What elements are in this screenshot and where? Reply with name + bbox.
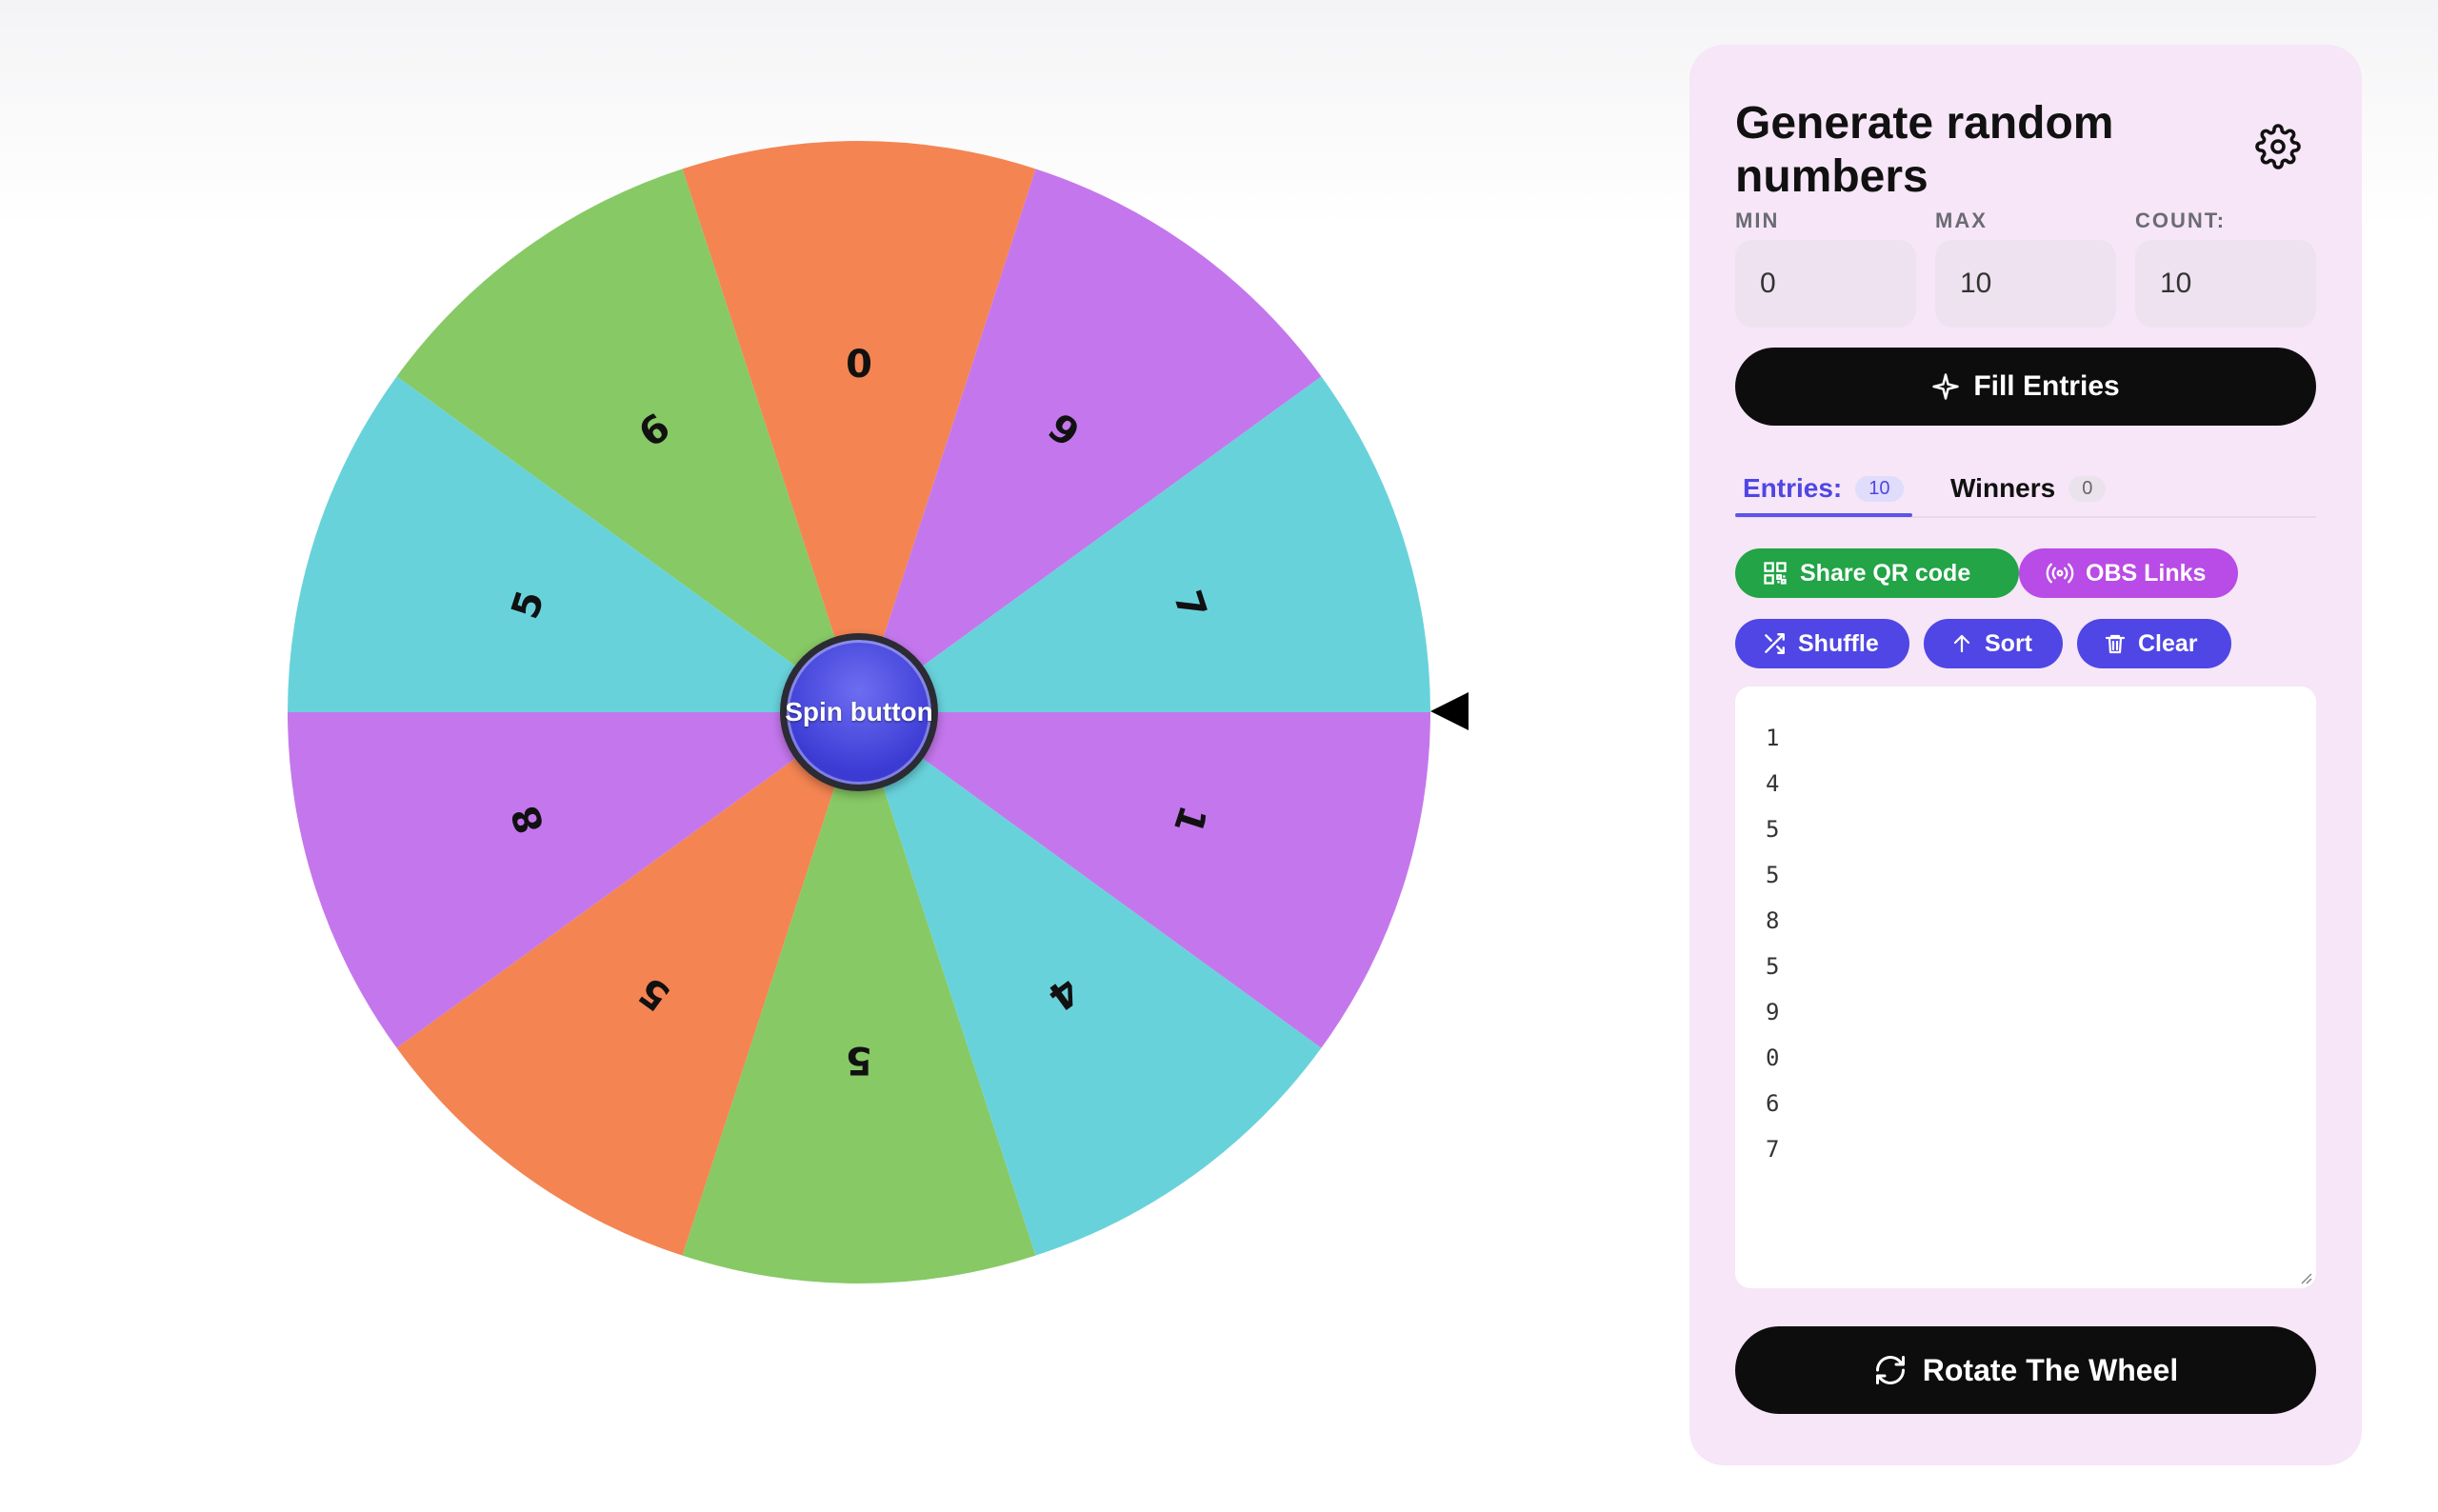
tab-winners-label: Winners xyxy=(1950,473,2056,503)
entries-textarea[interactable]: 1 4 5 5 8 5 9 0 6 7 xyxy=(1735,686,2316,1288)
tab-winners[interactable]: Winners 0 xyxy=(1950,473,2107,504)
tab-entries[interactable]: Entries: 10 xyxy=(1743,473,1904,504)
shuffle-button[interactable]: Shuffle xyxy=(1735,619,1909,668)
min-label: MIN xyxy=(1735,209,1780,232)
max-input[interactable] xyxy=(1935,240,2116,328)
gear-icon[interactable] xyxy=(2255,124,2301,169)
fill-entries-button[interactable]: Fill Entries xyxy=(1735,348,2316,426)
rotate-wheel-label: Rotate The Wheel xyxy=(1922,1352,2179,1387)
entries-list: 1 4 5 5 8 5 9 0 6 7 xyxy=(1766,715,2286,1172)
clear-button[interactable]: Clear xyxy=(2077,619,2231,668)
arrow-up-icon xyxy=(1953,634,1970,653)
entry-line: 1 xyxy=(1766,725,1780,751)
sparkle-icon xyxy=(1932,373,1960,400)
wheel-segment-label: 5 xyxy=(846,1038,872,1082)
rotate-wheel-button[interactable]: Rotate The Wheel xyxy=(1735,1326,2316,1414)
entry-line: 4 xyxy=(1766,770,1780,797)
entries-count-badge: 10 xyxy=(1855,475,1904,502)
max-label: MAX xyxy=(1935,209,1988,232)
entry-line: 6 xyxy=(1766,1090,1780,1117)
entry-line: 5 xyxy=(1766,953,1780,980)
broadcast-icon xyxy=(2046,563,2074,584)
share-qr-label: Share QR code xyxy=(1800,559,1971,587)
shuffle-icon xyxy=(1765,633,1785,654)
qr-code-icon xyxy=(1764,562,1787,585)
sort-label: Sort xyxy=(1985,629,2032,657)
count-input[interactable] xyxy=(2135,240,2316,328)
wheel-area: 7906585541 Spin button xyxy=(0,0,1676,1512)
entry-line: 5 xyxy=(1766,816,1780,843)
refresh-icon xyxy=(1875,1356,1905,1384)
count-label: COUNT: xyxy=(2135,209,2227,232)
entry-line: 5 xyxy=(1766,862,1780,888)
share-qr-button[interactable]: Share QR code xyxy=(1735,548,2019,598)
min-input[interactable] xyxy=(1735,240,1916,328)
resize-handle-icon[interactable] xyxy=(2299,1271,2312,1284)
sort-button[interactable]: Sort xyxy=(1924,619,2063,668)
clear-label: Clear xyxy=(2138,629,2198,657)
obs-links-button[interactable]: OBS Links xyxy=(2019,548,2238,598)
tab-entries-label: Entries: xyxy=(1743,473,1843,503)
active-tab-indicator xyxy=(1735,513,1912,517)
wheel-segment-label: 0 xyxy=(846,343,872,387)
entry-line: 9 xyxy=(1766,999,1780,1025)
entry-line: 8 xyxy=(1766,907,1780,934)
winners-count-badge: 0 xyxy=(2068,475,2107,502)
entry-line: 0 xyxy=(1766,1044,1780,1071)
obs-links-label: OBS Links xyxy=(2086,559,2207,587)
entry-line: 7 xyxy=(1766,1136,1780,1163)
control-panel: Generate random numbers MIN MAX COUNT: F… xyxy=(1689,45,2362,1465)
panel-title: Generate random numbers xyxy=(1735,98,2114,202)
trash-icon xyxy=(2105,634,2126,654)
shuffle-label: Shuffle xyxy=(1798,629,1879,657)
wheel-pointer-icon xyxy=(1430,692,1469,730)
fill-entries-label: Fill Entries xyxy=(1973,370,2120,402)
spin-button[interactable]: Spin button xyxy=(780,633,938,791)
